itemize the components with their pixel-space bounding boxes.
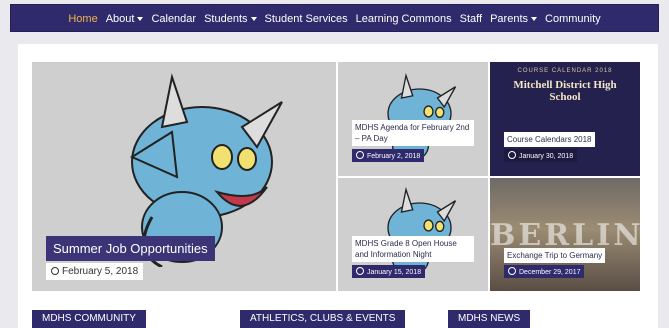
section-header-athletics: ATHLETICS, CLUBS & EVENTS [240,310,406,328]
featured-openhouse-date: January 15, 2018 [352,265,426,278]
nav-item-label: Home [68,13,98,25]
featured-calendar-tile[interactable]: COURSE CALENDAR 2018 Mitchell District H… [490,62,640,176]
clock-icon [356,267,364,275]
nav-item-home[interactable]: Home [68,13,97,25]
nav-item-label: Parents [490,13,529,25]
nav-item-community[interactable]: Community [545,13,601,25]
section-header-community: MDHS COMMUNITY [32,310,146,328]
nav-item-label: Learning Commons [355,13,452,25]
featured-main-date: February 5, 2018 [46,263,144,280]
caret-down-icon [250,17,257,22]
featured-openhouse-tile[interactable]: MDHS Grade 8 Open House and Information … [338,178,488,291]
clock-icon [508,267,516,275]
nav-item-staff[interactable]: Staff [460,13,482,25]
featured-main-title[interactable]: Summer Job Opportunities [46,236,215,261]
caret-down-icon [531,17,538,22]
featured-calendar-title[interactable]: Course Calendars 2018 [504,132,595,147]
nav-item-label: Calendar [151,13,197,25]
date-text: February 5, 2018 [62,266,139,277]
caret-down-icon [137,17,144,22]
nav-item-label: Community [545,13,601,25]
featured-agenda-title[interactable]: MDHS Agenda for February 2nd – PA Day [352,120,474,146]
date-text: February 2, 2018 [367,153,421,160]
date-text: January 30, 2018 [519,153,574,160]
nav-menu: Home About Calendar Students Student Service… [11,5,658,33]
calendar-image-title: Mitchell District High School [490,79,640,103]
nav-item-parents[interactable]: Parents [490,13,538,25]
nav-item-students[interactable]: Students [204,13,257,25]
nav-item-learning-commons[interactable]: Learning Commons [356,13,452,25]
nav-item-label: Student Services [264,13,348,25]
featured-calendar-date: January 30, 2018 [504,149,578,162]
nav-item-calendar[interactable]: Calendar [151,13,196,25]
calendar-image-text: Mitchell District High School [513,79,617,103]
section-header-news: MDHS NEWS [448,310,531,328]
featured-germany-date: December 29, 2017 [504,265,585,278]
date-text: December 29, 2017 [519,269,581,276]
clock-icon [51,267,59,275]
featured-germany-tile[interactable]: BERLIN Exchange Trip to Germany December… [490,178,640,291]
featured-main-tile[interactable]: Summer Job Opportunities February 5, 201… [32,62,336,291]
featured-openhouse-title[interactable]: MDHS Grade 8 Open House and Information … [352,236,474,262]
calendar-image-caption: COURSE CALENDAR 2018 [517,68,613,74]
clock-icon [508,151,516,159]
featured-agenda-tile[interactable]: MDHS Agenda for February 2nd – PA Day Fe… [338,62,488,176]
nav-item-student-services[interactable]: Student Services [265,13,348,25]
nav-item-label: Students [204,13,248,25]
clock-icon [356,151,364,159]
featured-germany-title[interactable]: Exchange Trip to Germany [504,248,606,263]
nav-item-label: About [105,13,135,25]
date-text: January 15, 2018 [367,269,422,276]
main-navbar: Home About Calendar Students Student Service… [10,4,659,32]
nav-item-about[interactable]: About [106,13,144,25]
content-panel: Summer Job Opportunities February 5, 201… [18,44,658,328]
nav-item-label: Staff [459,13,483,25]
featured-agenda-date: February 2, 2018 [352,149,425,162]
